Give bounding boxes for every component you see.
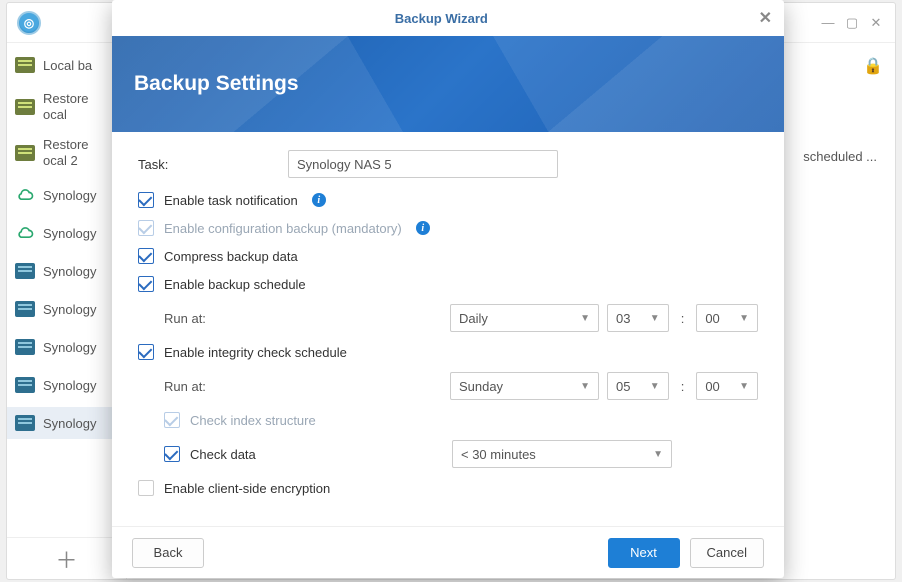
sidebar-item[interactable]: Synology	[7, 255, 126, 287]
sidebar-item-label: Restore ocal 2	[43, 137, 89, 170]
sidebar-item[interactable]: Synology	[7, 331, 126, 363]
task-label: Task:	[138, 157, 288, 172]
sidebar-item[interactable]: Local ba	[7, 49, 126, 81]
chevron-down-icon: ▼	[580, 313, 590, 324]
chevron-down-icon: ▼	[739, 313, 749, 324]
sidebar-item-label: Synology	[43, 264, 96, 279]
enable-config-backup-label: Enable configuration backup (mandatory)	[164, 221, 402, 236]
nas-icon	[15, 415, 35, 431]
bg-close-button[interactable]: ✕	[867, 14, 885, 32]
integrity-hour-select[interactable]: 05▼	[607, 372, 669, 400]
dialog-banner-title: Backup Settings	[134, 72, 299, 96]
check-index-label: Check index structure	[190, 413, 316, 428]
nas-icon	[15, 263, 35, 279]
compress-checkbox[interactable]	[138, 248, 154, 264]
server-icon	[15, 57, 35, 73]
sidebar-item-label: Synology	[43, 378, 96, 393]
nas-icon	[15, 301, 35, 317]
dialog-content: Task: Enable task notification i Enable …	[112, 132, 784, 526]
server-icon	[15, 145, 35, 161]
sidebar-list: Local ba Restore ocal Restore ocal 2 Syn…	[7, 43, 126, 537]
dialog-title: Backup Wizard	[124, 11, 759, 26]
sidebar-add-button[interactable]: ＋	[7, 537, 126, 579]
dialog-close-button[interactable]: ✕	[759, 8, 772, 28]
backup-wizard-dialog: Backup Wizard ✕ Backup Settings Task: En…	[112, 0, 784, 578]
sidebar-item[interactable]: Synology	[7, 369, 126, 401]
dialog-titlebar: Backup Wizard ✕	[112, 0, 784, 36]
cloud-icon	[15, 225, 35, 241]
info-icon[interactable]: i	[416, 221, 430, 235]
sidebar-item-label: Synology	[43, 340, 96, 355]
sidebar-item[interactable]: Synology	[7, 407, 126, 439]
schedule-day-select[interactable]: Daily▼	[450, 304, 599, 332]
enable-notification-label: Enable task notification	[164, 193, 298, 208]
sidebar-item[interactable]: Synology	[7, 293, 126, 325]
enable-schedule-label: Enable backup schedule	[164, 277, 306, 292]
check-data-checkbox[interactable]	[164, 446, 180, 462]
chevron-down-icon: ▼	[580, 381, 590, 392]
time-colon: :	[681, 379, 685, 394]
sidebar-item-label: Synology	[43, 226, 96, 241]
task-name-input[interactable]	[288, 150, 558, 178]
bg-maximize-button[interactable]: ▢	[843, 14, 861, 32]
dialog-footer: Back Next Cancel	[112, 526, 784, 578]
integrity-run-at-label: Run at:	[164, 379, 442, 394]
time-colon: :	[681, 311, 685, 326]
cancel-button[interactable]: Cancel	[690, 538, 764, 568]
sidebar-item-label: Local ba	[43, 58, 92, 73]
info-icon[interactable]: i	[312, 193, 326, 207]
server-icon	[15, 99, 35, 115]
run-at-label: Run at:	[164, 311, 442, 326]
sidebar-item[interactable]: Restore ocal 2	[7, 133, 126, 173]
enable-integrity-checkbox[interactable]	[138, 344, 154, 360]
schedule-minute-select[interactable]: 00▼	[696, 304, 758, 332]
enable-schedule-checkbox[interactable]	[138, 276, 154, 292]
sidebar-item[interactable]: Restore ocal	[7, 87, 126, 127]
chevron-down-icon: ▼	[739, 381, 749, 392]
sidebar-item[interactable]: Synology	[7, 179, 126, 211]
nas-icon	[15, 377, 35, 393]
sidebar-item-label: Synology	[43, 416, 96, 431]
integrity-day-select[interactable]: Sunday▼	[450, 372, 599, 400]
app-logo-icon: ◎	[17, 11, 41, 35]
sidebar-item-label: Synology	[43, 302, 96, 317]
chevron-down-icon: ▼	[650, 381, 660, 392]
enable-integrity-label: Enable integrity check schedule	[164, 345, 347, 360]
chevron-down-icon: ▼	[653, 449, 663, 460]
enable-config-backup-checkbox	[138, 220, 154, 236]
check-index-checkbox	[164, 412, 180, 428]
sidebar-item-label: Synology	[43, 188, 96, 203]
check-data-label: Check data	[190, 447, 256, 462]
sidebar-item-label: Restore ocal	[43, 91, 89, 124]
dialog-banner: Backup Settings	[112, 36, 784, 132]
nas-icon	[15, 339, 35, 355]
bg-sidebar: Local ba Restore ocal Restore ocal 2 Syn…	[7, 43, 127, 579]
bg-minimize-button[interactable]: —	[819, 14, 837, 32]
lock-user-icon[interactable]: 🔒	[863, 56, 883, 76]
sidebar-item[interactable]: Synology	[7, 217, 126, 249]
cloud-icon	[15, 187, 35, 203]
encryption-checkbox[interactable]	[138, 480, 154, 496]
schedule-hour-select[interactable]: 03▼	[607, 304, 669, 332]
check-data-duration-select[interactable]: < 30 minutes▼	[452, 440, 672, 468]
back-button[interactable]: Back	[132, 538, 204, 568]
enable-notification-checkbox[interactable]	[138, 192, 154, 208]
integrity-minute-select[interactable]: 00▼	[696, 372, 758, 400]
encryption-label: Enable client-side encryption	[164, 481, 330, 496]
compress-label: Compress backup data	[164, 249, 298, 264]
next-button[interactable]: Next	[608, 538, 680, 568]
chevron-down-icon: ▼	[650, 313, 660, 324]
